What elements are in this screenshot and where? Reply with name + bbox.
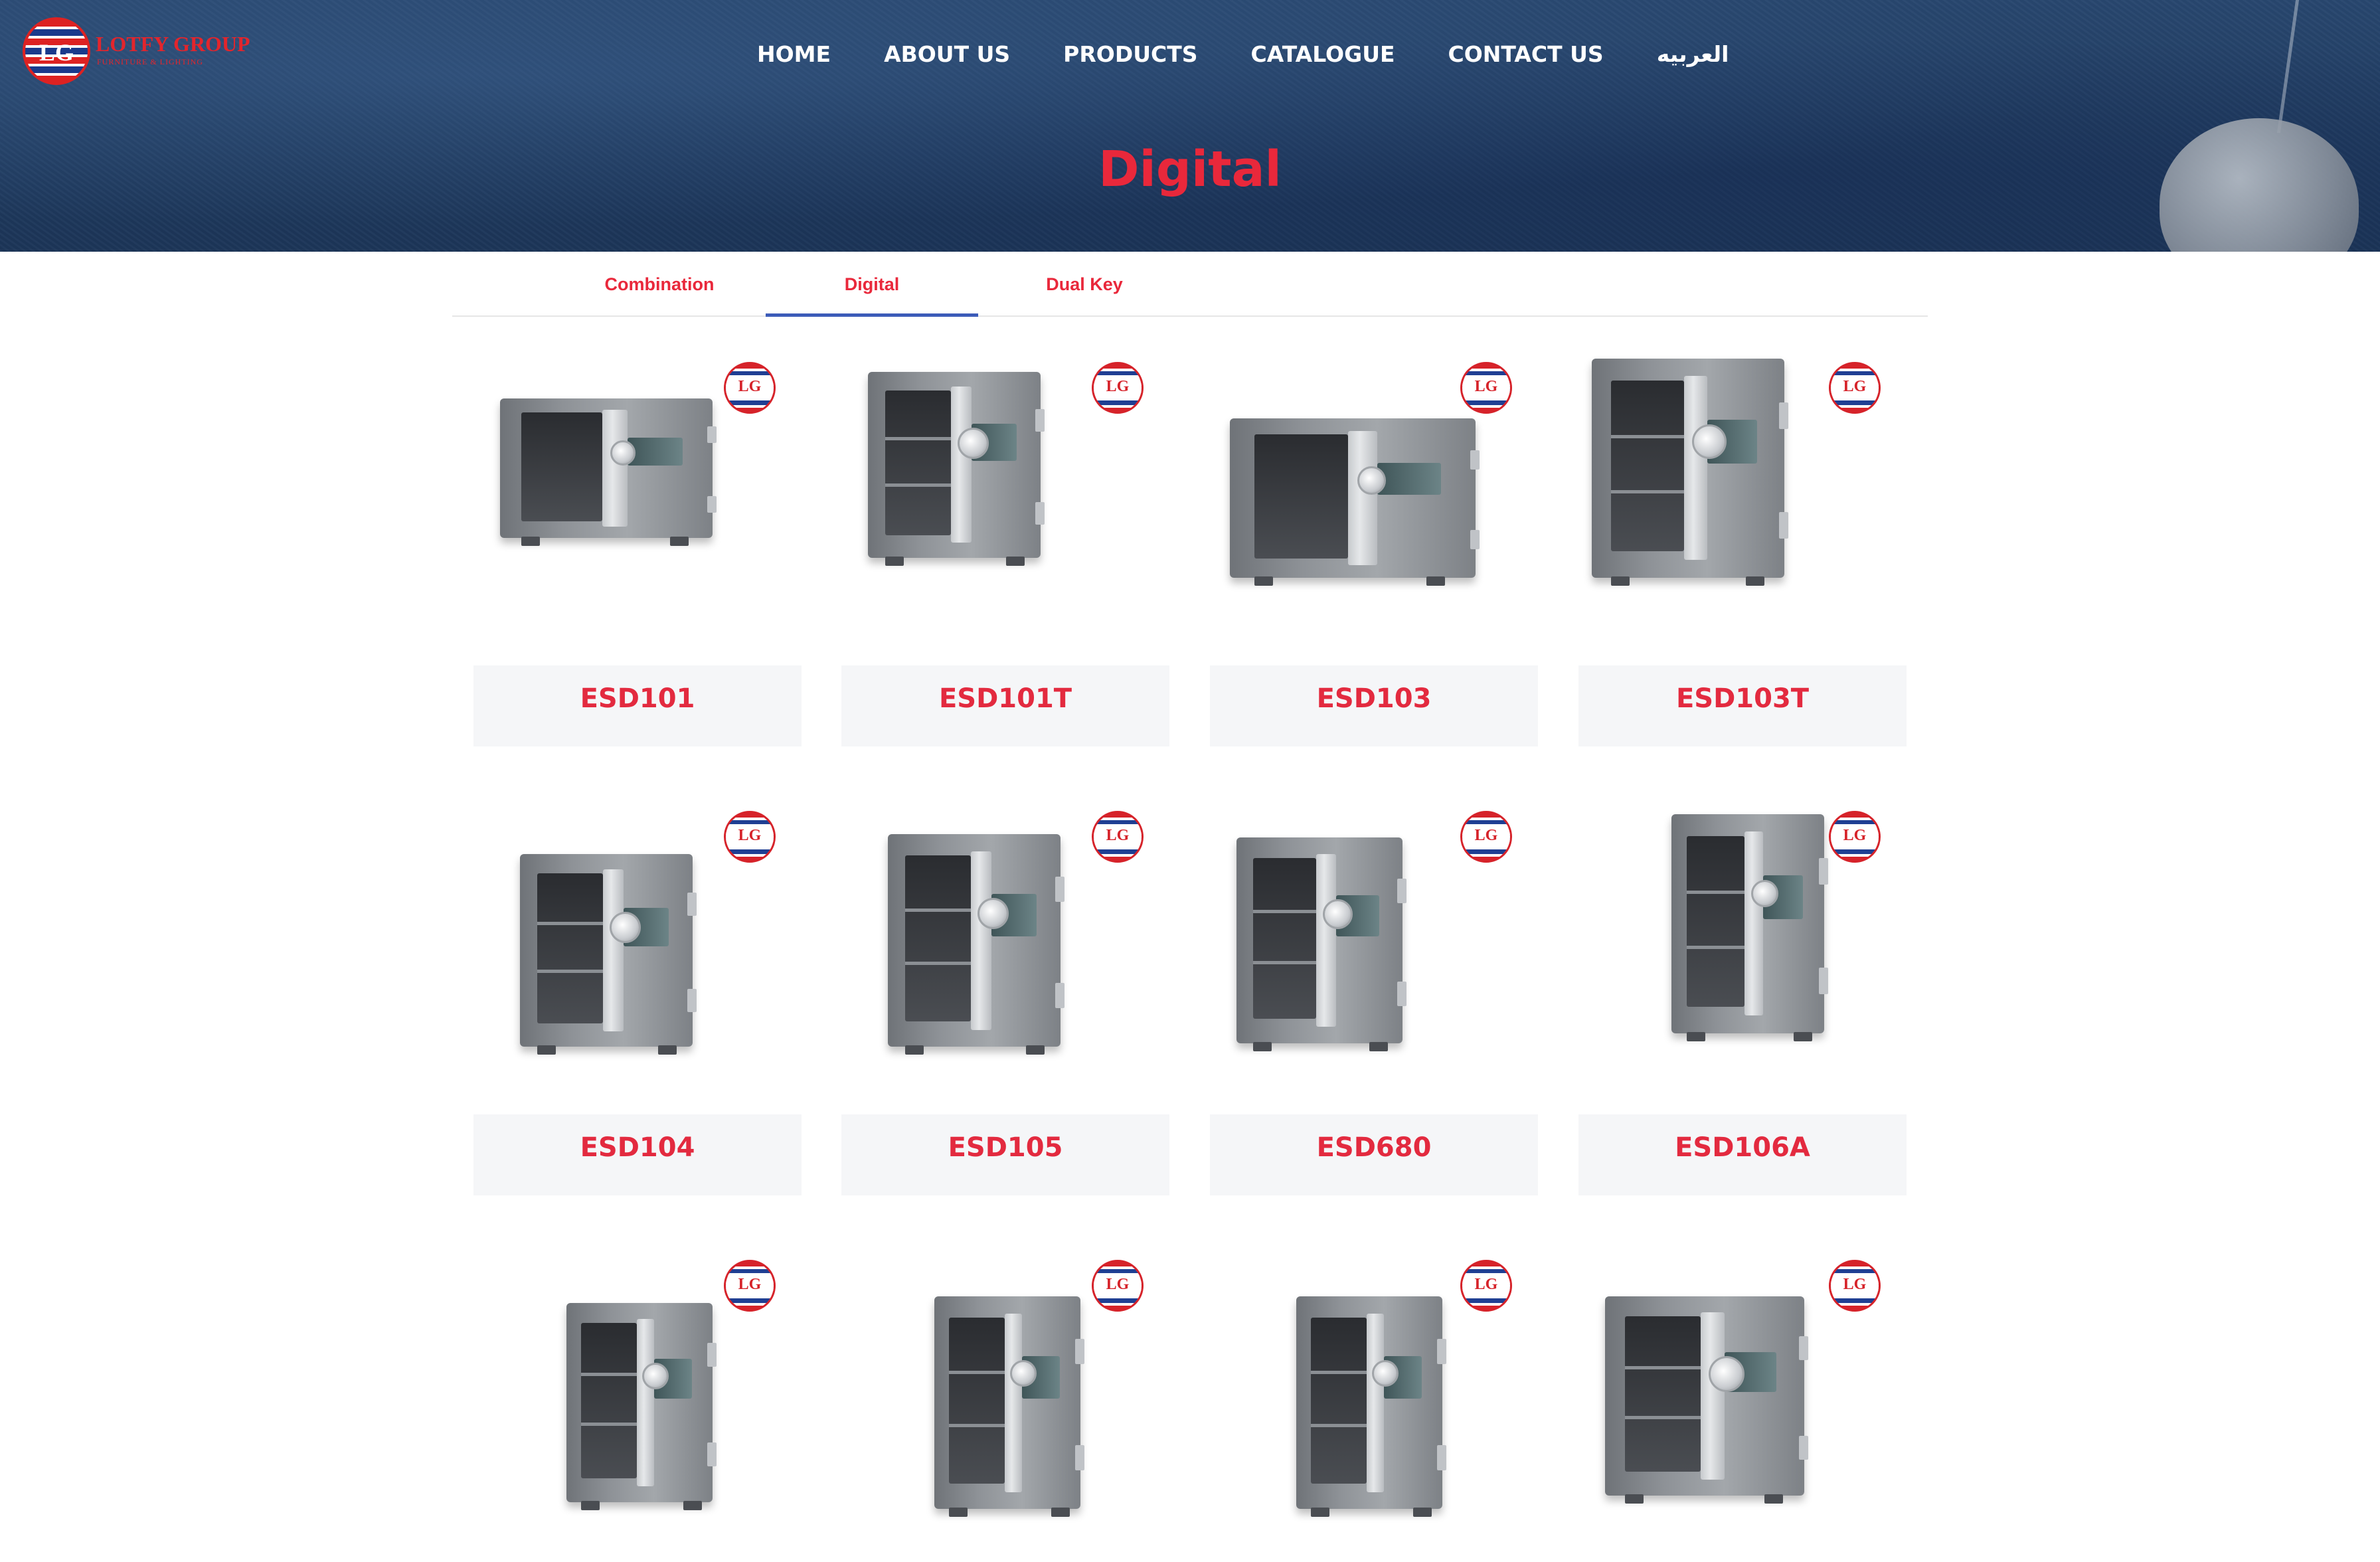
brand-badge-icon: LG [1092,362,1144,414]
safe-illustration [1605,1296,1808,1504]
logo-title: LOTFY GROUP [96,32,250,56]
nav-home[interactable]: HOME [757,41,831,67]
brand-badge-icon: LG [724,362,776,414]
product-image[interactable]: LG [1578,808,1907,1113]
product-image[interactable]: LG [1210,359,1538,664]
brand-badge-icon: LG [1460,362,1512,414]
main-nav: HOME ABOUT US PRODUCTS CATALOGUE CONTACT… [757,41,1729,67]
brand-badge-label: LG [1462,375,1510,398]
brand-badge-label: LG [1094,1273,1142,1296]
nav-arabic[interactable]: العربيه [1657,41,1729,67]
product-image[interactable]: LG [1210,808,1538,1113]
page-title: Digital [1098,141,1282,198]
product-card[interactable]: LG [1578,1257,1907,1562]
logo-subtitle: FURNITURE & LIGHTING [97,57,203,66]
nav-about-us[interactable]: ABOUT US [884,41,1010,67]
brand-badge-label: LG [1831,375,1879,398]
brand-badge-label: LG [726,375,774,398]
brand-badge-label: LG [726,824,774,847]
product-card[interactable]: LG [841,1257,1169,1562]
safe-illustration [1592,359,1788,586]
product-name[interactable]: ESD101T [841,665,1169,746]
logo-globe-icon: LG [23,17,90,85]
brand-badge-icon: LG [1092,811,1144,863]
category-tabs: Combination Digital Dual Key [452,252,1928,317]
product-name[interactable]: ESD101 [473,665,802,746]
product-name[interactable]: ESD103T [1578,665,1907,746]
safe-illustration [1671,814,1828,1041]
safe-illustration [868,372,1045,566]
brand-badge-label: LG [1094,824,1142,847]
nav-contact-us[interactable]: CONTACT US [1448,41,1604,67]
brand-badge-label: LG [1831,824,1879,847]
product-card[interactable]: LG ESD101 [473,359,802,746]
product-name[interactable]: ESD103 [1210,665,1538,746]
safe-illustration [1230,418,1480,586]
brand-badge-label: LG [726,1273,774,1296]
product-card[interactable]: LG ESD103T [1578,359,1907,746]
logo-mark: LG [39,39,74,66]
brand-badge-label: LG [1462,824,1510,847]
product-image[interactable]: LG [1578,1257,1907,1562]
nav-catalogue[interactable]: CATALOGUE [1251,41,1395,67]
tab-combination[interactable]: Combination [553,252,766,317]
product-name[interactable]: ESD104 [473,1114,802,1195]
site-logo[interactable]: LG LOTFY GROUP FURNITURE & LIGHTING [23,17,250,85]
product-card[interactable]: LG ESD103 [1210,359,1538,746]
brand-badge-icon: LG [724,811,776,863]
brand-badge-icon: LG [1829,362,1881,414]
product-image[interactable]: LG [473,359,802,664]
brand-badge-label: LG [1831,1273,1879,1296]
hero-banner: LG LOTFY GROUP FURNITURE & LIGHTING HOME… [0,0,2380,252]
brand-badge-icon: LG [1460,1260,1512,1312]
brand-badge-icon: LG [1829,811,1881,863]
nav-products[interactable]: PRODUCTS [1063,41,1197,67]
product-image[interactable]: LG [473,1257,802,1562]
tab-digital[interactable]: Digital [766,252,978,317]
product-image[interactable]: LG [473,808,802,1113]
brand-badge-icon: LG [1092,1260,1144,1312]
product-image[interactable]: LG [841,808,1169,1113]
safe-illustration [934,1296,1084,1517]
product-card[interactable]: LG ESD680 [1210,808,1538,1195]
product-card[interactable]: LG [473,1257,802,1562]
product-name[interactable]: ESD106A [1578,1114,1907,1195]
brand-badge-label: LG [1462,1273,1510,1296]
product-image[interactable]: LG [841,359,1169,664]
safe-illustration [888,834,1064,1055]
product-image[interactable]: LG [1210,1257,1538,1562]
safe-illustration [566,1303,717,1510]
tab-dual-key[interactable]: Dual Key [978,252,1191,317]
product-name[interactable]: ESD105 [841,1114,1169,1195]
product-card[interactable]: LG ESD104 [473,808,802,1195]
product-name[interactable]: ESD680 [1210,1114,1538,1195]
product-image[interactable]: LG [841,1257,1169,1562]
product-card[interactable]: LG [1210,1257,1538,1562]
safe-illustration [1236,837,1406,1051]
product-card[interactable]: LG ESD106A [1578,808,1907,1195]
product-image[interactable]: LG [1578,359,1907,664]
lamp-wire-decoration [2274,0,2300,133]
safe-illustration [1296,1296,1446,1517]
safe-illustration [520,854,697,1055]
product-card[interactable]: LG ESD101T [841,359,1169,746]
brand-badge-icon: LG [1829,1260,1881,1312]
brand-badge-icon: LG [724,1260,776,1312]
product-card[interactable]: LG ESD105 [841,808,1169,1195]
brand-badge-label: LG [1094,375,1142,398]
brand-badge-icon: LG [1460,811,1512,863]
safe-illustration [500,398,717,546]
